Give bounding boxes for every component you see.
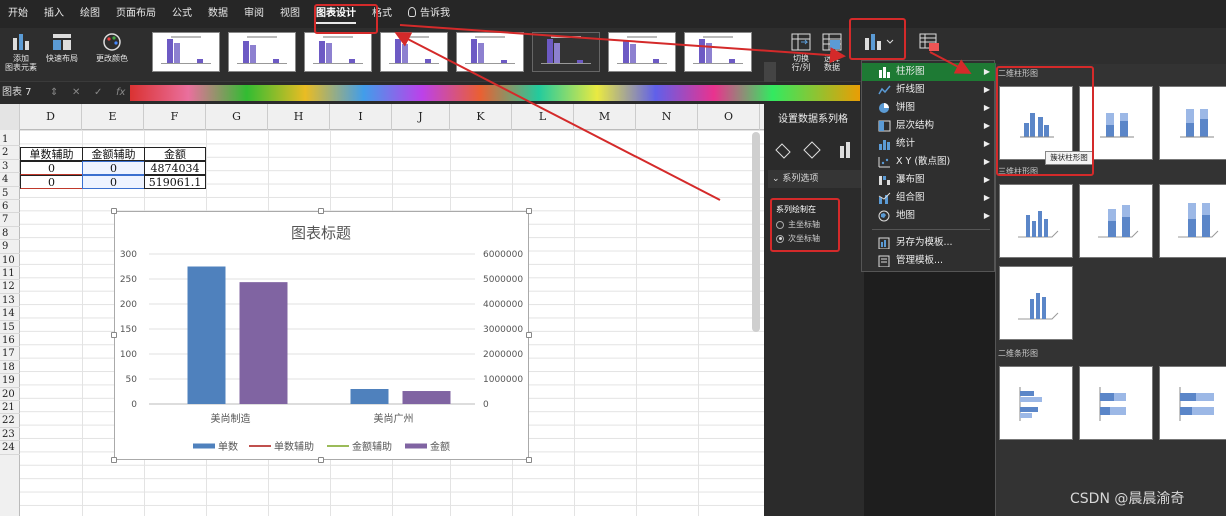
watermark: CSDN @晨晨渝奇 <box>1070 491 1185 507</box>
annotation-arrows <box>394 24 972 201</box>
